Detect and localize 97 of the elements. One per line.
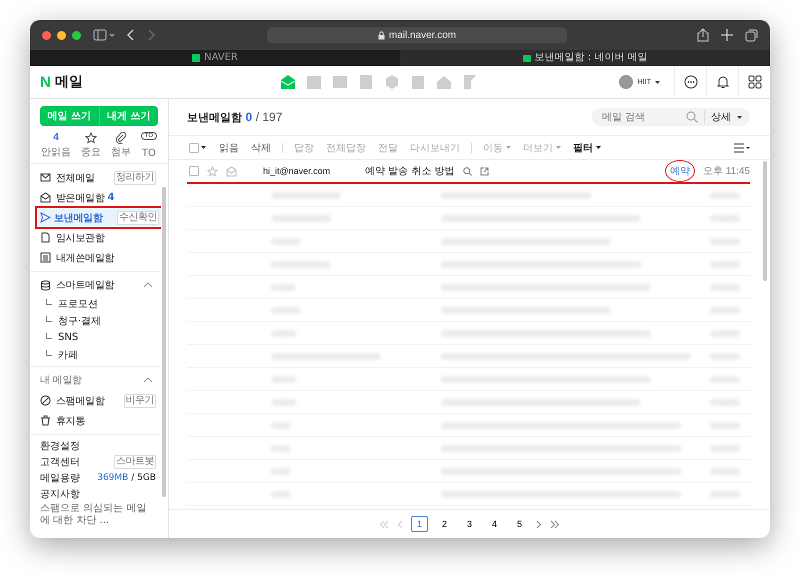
- page-number[interactable]: 1: [411, 516, 428, 532]
- star-icon[interactable]: [84, 132, 97, 144]
- mail-icon: [40, 172, 51, 183]
- quick-filter-label[interactable]: 안읽음: [40, 145, 71, 159]
- folder-action-button[interactable]: 수신확인: [117, 210, 159, 224]
- chat-icon[interactable]: [684, 75, 698, 89]
- notice-link[interactable]: 스팸으로 의심되는 메일에 대한 차단 ...: [30, 502, 161, 527]
- chatbot-button[interactable]: 스마트봇: [114, 455, 156, 469]
- select-all-checkbox[interactable]: [189, 142, 199, 152]
- document-icon: [40, 232, 51, 243]
- scrollbar[interactable]: [763, 161, 767, 281]
- scrollbar[interactable]: [162, 187, 166, 497]
- lock-icon: [378, 30, 385, 40]
- zoom-light[interactable]: [72, 30, 81, 40]
- logo-text[interactable]: 메일: [54, 73, 83, 91]
- list-icon: [40, 252, 51, 263]
- caret-icon[interactable]: [655, 80, 660, 84]
- section-title[interactable]: 스마트메일함: [56, 278, 114, 292]
- storage-label: 메일용량: [40, 472, 80, 485]
- smart-folder-item[interactable]: SNS: [30, 329, 161, 346]
- envelope-icon: [226, 166, 237, 176]
- folder-item[interactable]: 받은메일함 4: [30, 188, 161, 207]
- collapse-chevron-icon[interactable]: [143, 282, 153, 288]
- url-text: mail.naver.com: [388, 30, 456, 40]
- browser-tab[interactable]: NAVER: [30, 50, 400, 66]
- total-count: / 197: [256, 110, 282, 124]
- support-link[interactable]: 고객센터: [40, 455, 80, 469]
- tabs-overview-icon[interactable]: [745, 28, 758, 42]
- mail-sender[interactable]: hi_it@naver.com: [263, 166, 353, 176]
- paperclip-icon[interactable]: [114, 132, 127, 144]
- quick-filter-label[interactable]: TO: [142, 148, 156, 159]
- new-window-icon[interactable]: [480, 166, 489, 176]
- unread-count: 0: [246, 110, 252, 124]
- storage-total: / 5GB: [131, 473, 156, 483]
- toolbar-button[interactable]: 필터: [568, 140, 606, 154]
- folder-item[interactable]: 스팸메일함 비우기: [30, 391, 161, 410]
- mail-app-icon[interactable]: [280, 74, 296, 90]
- unread-count[interactable]: 4: [53, 132, 59, 143]
- naver-favicon-icon: [192, 54, 200, 62]
- list-view-menu-icon[interactable]: [734, 142, 750, 152]
- search-icon[interactable]: [686, 111, 698, 123]
- row-checkbox[interactable]: [189, 166, 199, 176]
- stack-icon: [40, 280, 51, 290]
- share-icon[interactable]: [697, 28, 709, 42]
- plus-icon[interactable]: [721, 29, 733, 41]
- detail-search-button[interactable]: 상세: [704, 110, 731, 124]
- quick-filter-label[interactable]: 중요: [80, 145, 101, 159]
- mail-subject[interactable]: 예약 발송 취소 방법: [365, 164, 455, 178]
- page-number[interactable]: 3: [461, 516, 478, 532]
- folder-item[interactable]: 내게쓴메일함: [30, 248, 161, 267]
- folder-item[interactable]: 전체메일 정리하기: [30, 168, 161, 187]
- notice-title[interactable]: 공지사항: [40, 487, 80, 501]
- grid-menu-icon[interactable]: [748, 75, 762, 89]
- settings-link[interactable]: 환경설정: [40, 439, 80, 453]
- section-title[interactable]: 내 메일함: [40, 373, 82, 387]
- minimize-light[interactable]: [57, 30, 66, 40]
- page-number[interactable]: 5: [511, 516, 528, 532]
- folder-item[interactable]: 휴지통: [30, 411, 161, 430]
- toolbar-button[interactable]: 삭제: [246, 140, 276, 154]
- close-light[interactable]: [42, 30, 51, 40]
- send-icon: [40, 212, 51, 223]
- unread-count: 4: [108, 192, 114, 203]
- forward-icon[interactable]: [147, 29, 155, 41]
- reserved-tag: 예약: [664, 160, 695, 182]
- folder-item[interactable]: 보낸메일함 수신확인: [37, 208, 161, 227]
- next-page-icon[interactable]: [536, 520, 542, 528]
- folder-action-button[interactable]: 비우기: [124, 394, 156, 408]
- block-icon: [40, 395, 51, 406]
- quick-filter-label[interactable]: 첨부: [110, 145, 131, 159]
- star-icon[interactable]: [207, 166, 218, 176]
- search-field[interactable]: 메일 검색 상세: [592, 108, 750, 126]
- caret-icon[interactable]: [201, 146, 206, 149]
- smart-folder-item[interactable]: 프로모션: [30, 295, 161, 312]
- browser-tab[interactable]: 보낸메일함 : 네이버 메일: [400, 50, 770, 66]
- caret-icon[interactable]: [596, 146, 601, 150]
- search-icon[interactable]: [462, 166, 472, 176]
- smart-folder-item[interactable]: 카페: [30, 346, 161, 363]
- page-number[interactable]: 2: [436, 516, 453, 532]
- mail-icon: [40, 192, 51, 203]
- trash-icon: [40, 415, 51, 426]
- mail-time: 오후 11:45: [702, 165, 750, 178]
- caret-icon[interactable]: [737, 116, 742, 118]
- mail-favicon-icon: [522, 54, 531, 62]
- last-page-icon[interactable]: [550, 520, 560, 528]
- collapse-chevron-icon[interactable]: [143, 377, 153, 383]
- address-bar[interactable]: mail.naver.com: [267, 27, 567, 43]
- toolbar-button[interactable]: 읽음: [214, 140, 244, 154]
- folder-action-button[interactable]: 정리하기: [114, 170, 156, 184]
- storage-used: 369MB: [97, 473, 128, 483]
- sidebar-icon[interactable]: [93, 29, 115, 41]
- smart-folder-item[interactable]: 청구·결제: [30, 312, 161, 329]
- folder-title: 보낸메일함: [187, 110, 242, 124]
- bell-icon[interactable]: [716, 75, 730, 89]
- back-icon[interactable]: [127, 29, 135, 41]
- folder-item[interactable]: 임시보관함: [30, 228, 161, 247]
- page-number[interactable]: 4: [486, 516, 503, 532]
- avatar-icon[interactable]: [619, 75, 634, 89]
